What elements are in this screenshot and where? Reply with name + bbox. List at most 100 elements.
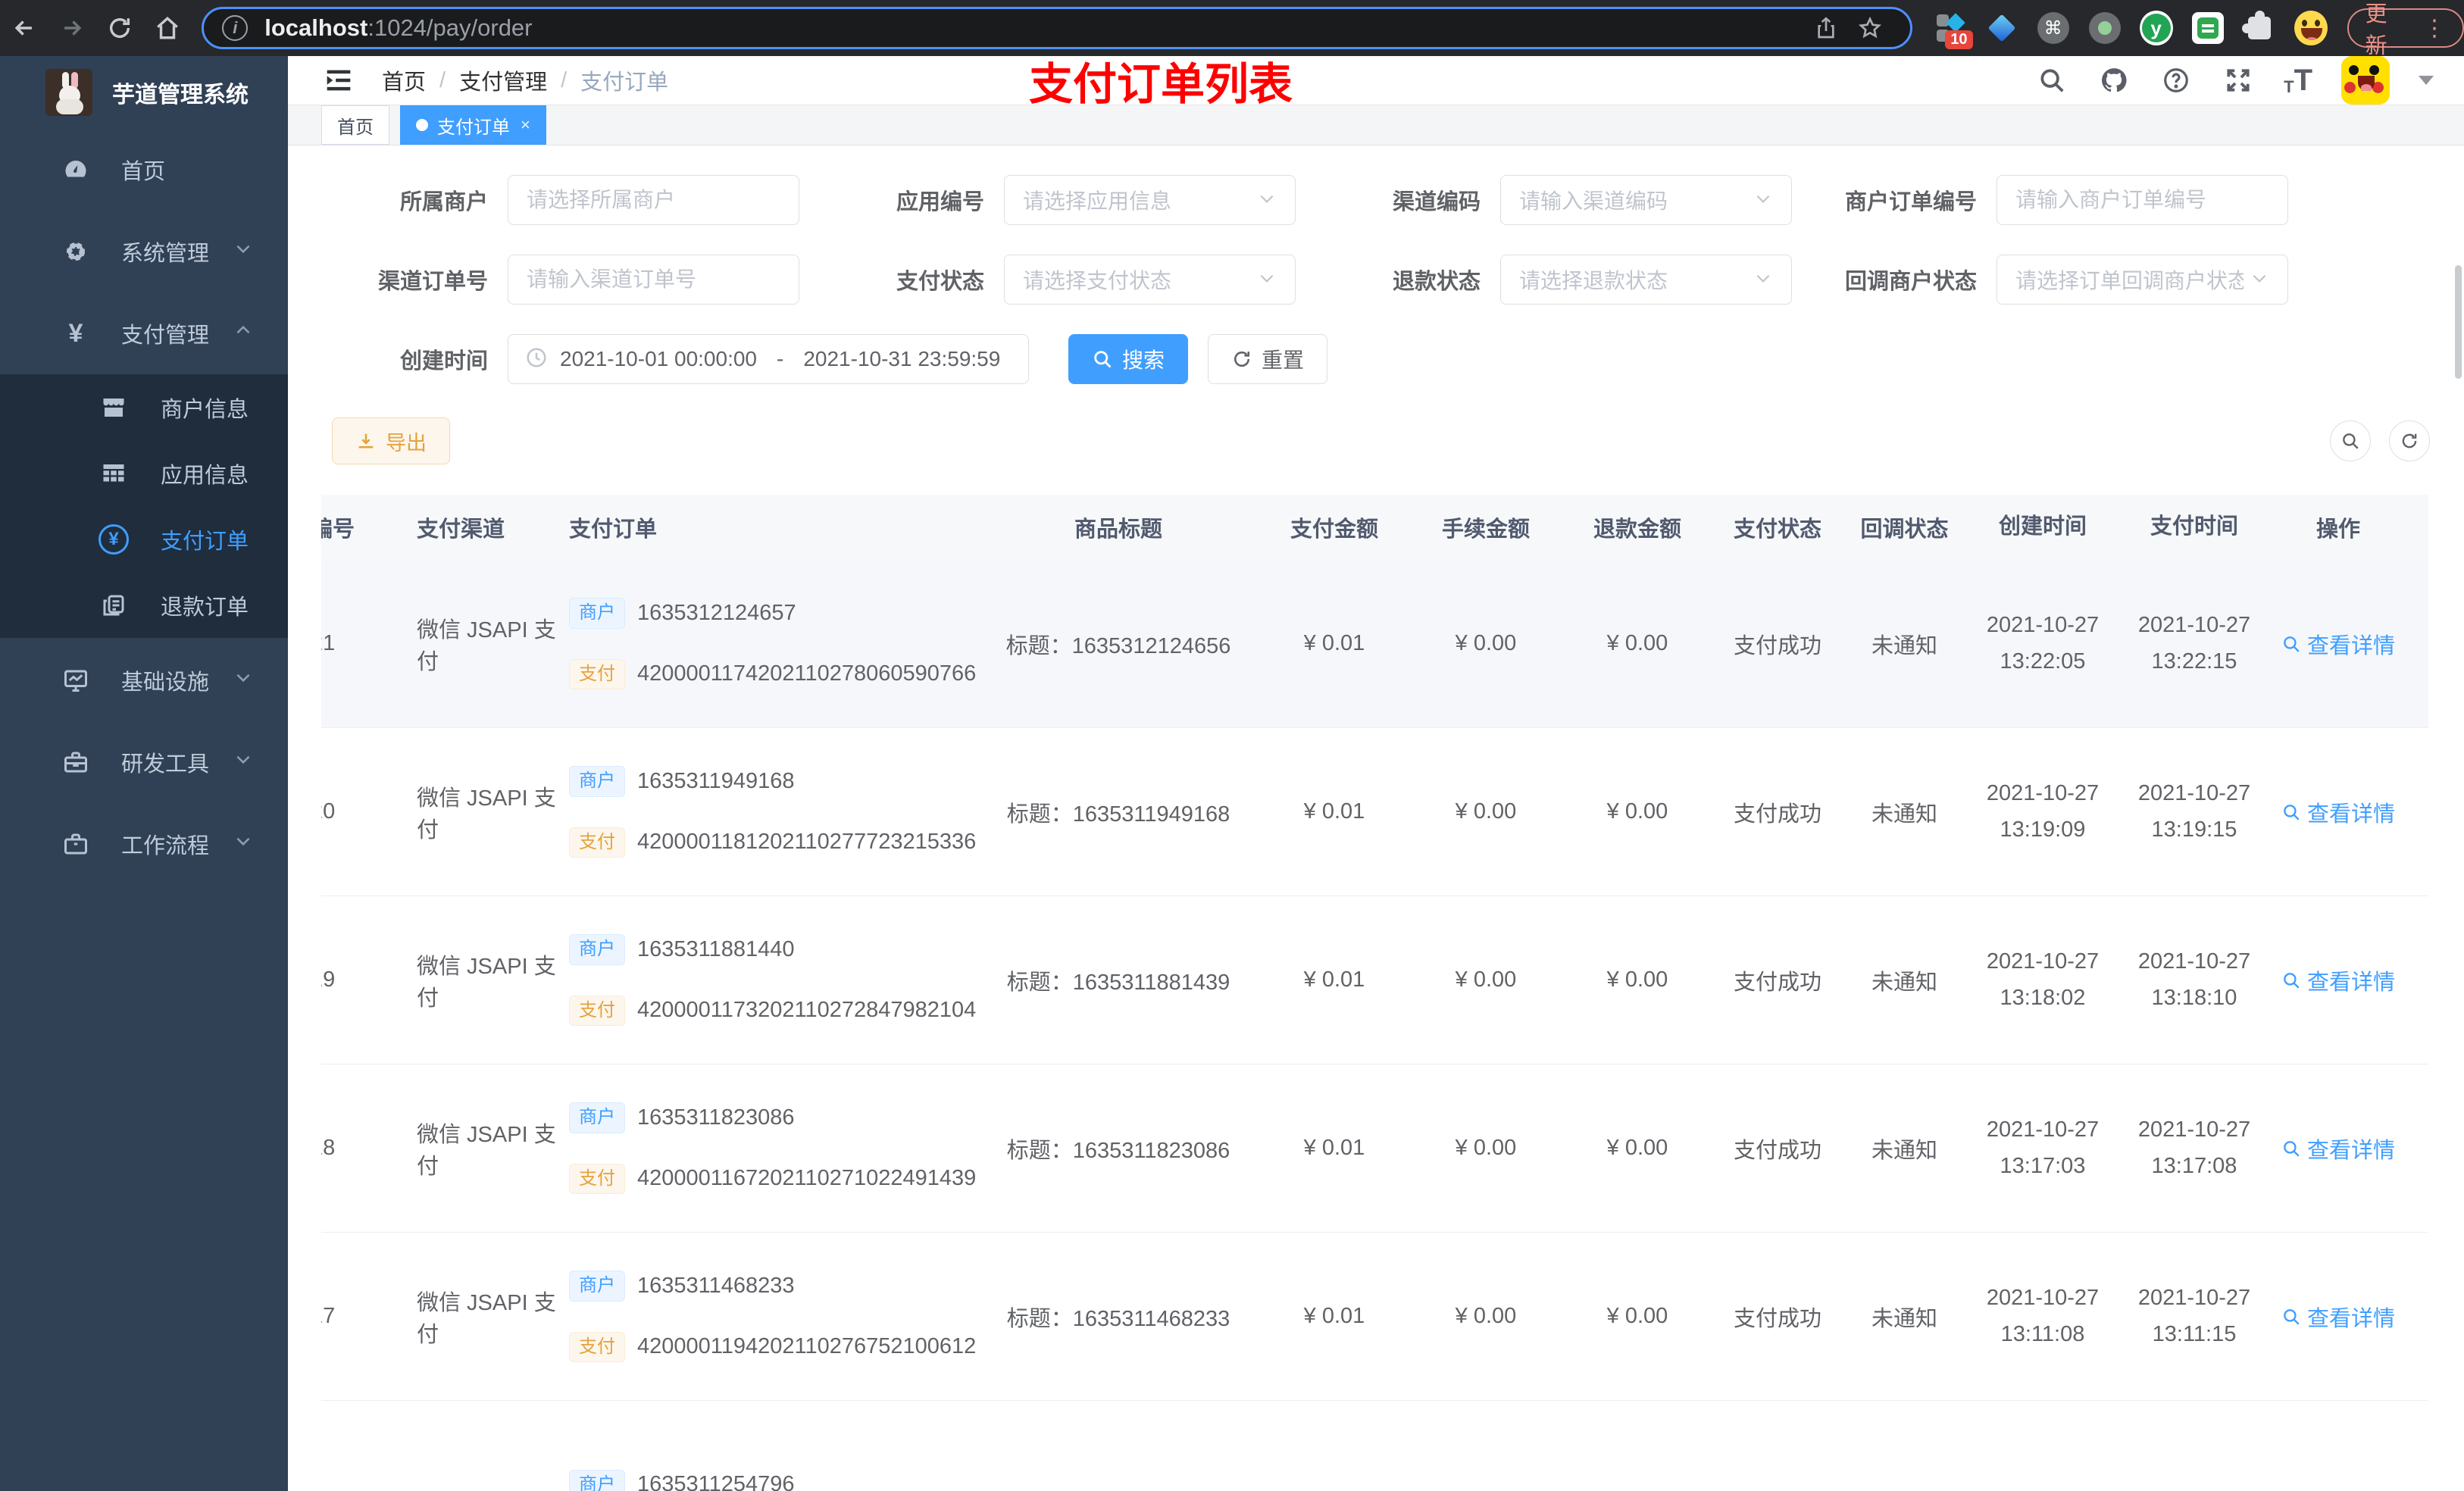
merchant-input-field[interactable] [527,188,780,212]
app-select[interactable]: 请选择应用信息 [1004,175,1296,225]
cell-title: 标题：1635311949168 [978,796,1259,828]
breadcrumb-current: 支付订单 [580,70,669,95]
view-detail-link[interactable]: 查看详情 [2281,796,2395,828]
show-search-icon-button[interactable] [2330,420,2371,461]
notify-status-select[interactable]: 请选择订单回调商户状态 [1997,255,2288,305]
user-avatar[interactable] [2341,56,2390,105]
refresh-table-button[interactable] [2389,420,2430,461]
sidebar-item-app-info[interactable]: 应用信息 [0,440,288,506]
sidebar-item-refund-order[interactable]: 退款订单 [0,572,288,638]
cell-id: 20 [321,799,336,824]
tab-home[interactable]: 首页 [321,105,389,145]
col-title: 商品标题 [1074,517,1162,542]
bookmark-star-icon[interactable] [1848,16,1892,40]
pay-order-no: 4200001167202110271022491439 [637,1166,977,1191]
filter-row-3: 创建时间 2021-10-01 00:00:00 - 2021-10-31 23… [332,334,2430,384]
view-detail-link[interactable]: 查看详情 [2281,964,2395,996]
filter-merchant: 所属商户 [332,175,799,225]
view-detail-link[interactable]: 查看详情 [2281,1301,2395,1333]
main-area: 首页 / 支付管理 / 支付订单 支付订单列表 T T 首页 支付订单 × 所属… [288,56,2464,1491]
col-status: 支付状态 [1733,517,1821,542]
chevron-down-icon [2250,268,2269,292]
title-prefix: 标题： [1006,802,1073,827]
tags-view: 首页 支付订单 × [288,105,2464,145]
dashboard-icon [59,153,92,186]
cell-fee: ¥ 0.00 [1455,631,1517,655]
url-bar[interactable]: i localhost:1024/pay/order [202,7,1912,49]
document-copy-icon [97,589,130,622]
merchant-order-no-field[interactable] [2015,188,2269,212]
chrome-menu-icon[interactable]: ⋮ [2423,15,2446,42]
collapse-sidebar-icon[interactable] [321,63,356,98]
date-start[interactable]: 2021-10-01 00:00:00 [560,347,757,371]
sidebar-logo[interactable]: 芋道管理系统 [0,56,288,129]
filter-notify-status: 回调商户状态 请选择订单回调商户状态 [1821,255,2288,305]
date-range-picker[interactable]: 2021-10-01 00:00:00 - 2021-10-31 23:59:5… [508,334,1029,384]
share-icon[interactable] [1804,16,1848,40]
site-info-icon[interactable]: i [222,15,249,41]
select-placeholder: 请输入渠道编码 [1519,189,1668,213]
tab-pay-order[interactable]: 支付订单 × [400,105,546,145]
export-button[interactable]: 导出 [332,417,450,464]
avatar-caret-icon[interactable] [2419,76,2434,85]
date-end[interactable]: 2021-10-31 23:59:59 [803,347,1000,371]
cell-refund: ¥ 0.00 [1606,799,1668,824]
cell-title: 标题：1635311881439 [978,964,1259,996]
sidebar-item-pay-order[interactable]: ¥ 支付订单 [0,506,288,572]
sidebar-item-merchant-info[interactable]: 商户信息 [0,374,288,440]
pay-tag: 支付 [569,1163,625,1195]
cell-action: 查看详情 [2270,1301,2406,1333]
breadcrumb-payment[interactable]: 支付管理 [459,64,547,96]
pay-tag: 支付 [569,995,625,1027]
sidebar-item-system[interactable]: 系统管理 [0,211,288,292]
extensions-puzzle-icon[interactable] [2241,11,2276,45]
merchant-tag: 商户 [569,1102,625,1133]
extension-kite-icon[interactable] [1985,11,2018,45]
home-icon[interactable] [143,7,191,49]
refund-status-select[interactable]: 请选择退款状态 [1500,255,1792,305]
sidebar-item-workflow[interactable]: 工作流程 [0,803,288,885]
extension-y-icon[interactable]: y [2139,11,2173,45]
reload-icon[interactable] [95,7,143,49]
extension-layers-icon[interactable]: 10 [1934,11,1973,49]
channel-order-no-field[interactable] [527,267,780,292]
forward-icon[interactable] [48,7,95,49]
tab-close-icon[interactable]: × [521,115,530,135]
pay-status-select[interactable]: 请选择支付状态 [1004,255,1296,305]
github-icon[interactable] [2097,64,2131,97]
reset-button[interactable]: 重置 [1208,334,1328,384]
sidebar-item-payment[interactable]: ¥ 支付管理 [0,292,288,374]
extension-dot-icon[interactable] [2088,11,2122,45]
view-detail-label: 查看详情 [2306,1306,2395,1331]
cell-status: 支付成功 [1733,633,1821,658]
filter-refund-status: 退款状态 请选择退款状态 [1324,255,1792,305]
sidebar-item-home[interactable]: 首页 [0,129,288,211]
breadcrumb-home[interactable]: 首页 [382,64,426,96]
cell-action: 查看详情 [2270,628,2406,660]
cell-notify: 未通知 [1871,1306,1937,1331]
merchant-input[interactable] [508,175,799,225]
navbar-actions: TT [2035,56,2434,105]
search-icon[interactable] [2035,64,2068,97]
url-text[interactable]: localhost:1024/pay/order [264,14,1803,42]
search-button[interactable]: 搜索 [1068,334,1189,384]
font-size-icon[interactable]: TT [2284,65,2312,95]
sidebar-item-label: 退款订单 [161,595,249,620]
sidebar-item-infra[interactable]: 基础设施 [0,639,288,721]
chrome-update-chip[interactable]: 更新 ⋮ [2347,2,2464,58]
merchant-tag: 商户 [569,933,625,965]
cell-channel: 微信 JSAPI 支付 [417,1122,556,1179]
extension-chat-icon[interactable] [2191,11,2225,45]
view-detail-link[interactable]: 查看详情 [2281,628,2395,660]
merchant-order-no-input[interactable] [1997,175,2288,225]
view-detail-link[interactable]: 查看详情 [2281,1133,2395,1164]
back-icon[interactable] [0,7,48,49]
sidebar-item-devtools[interactable]: 研发工具 [0,721,288,803]
profile-avatar-icon[interactable] [2294,11,2328,45]
page-scrollbar-thumb[interactable] [2455,265,2462,379]
channel-order-no-input[interactable] [508,255,799,305]
help-icon[interactable] [2159,64,2193,97]
fullscreen-icon[interactable] [2222,64,2255,97]
channel-code-select[interactable]: 请输入渠道编码 [1500,175,1792,225]
extension-command-icon[interactable]: ⌘ [2037,11,2070,45]
